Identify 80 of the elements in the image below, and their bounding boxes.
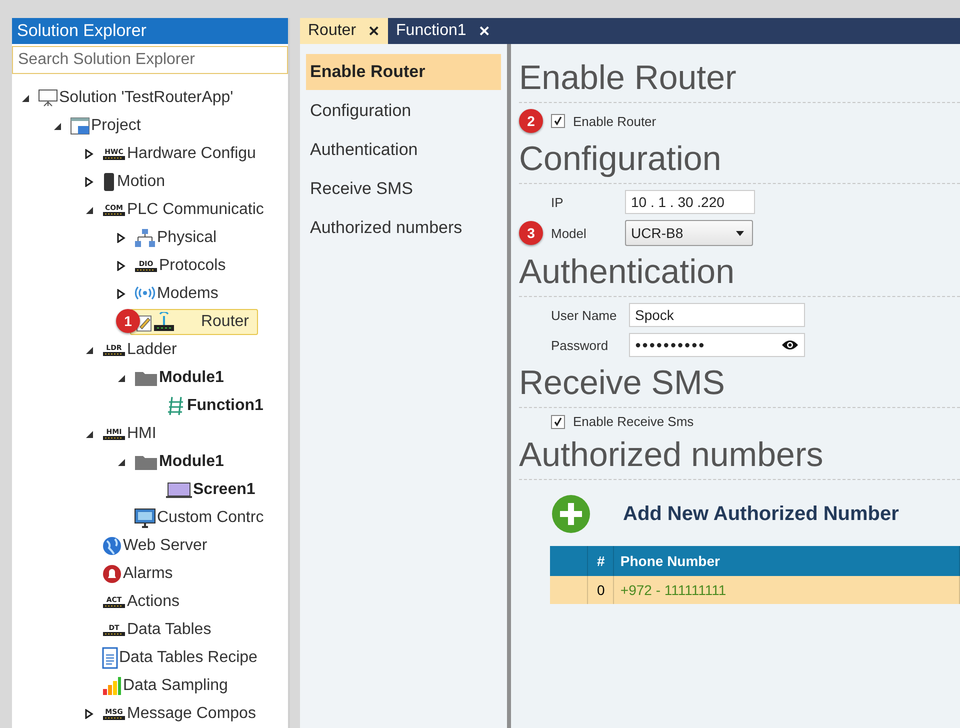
collapsed-arrow-icon[interactable] <box>84 709 94 719</box>
table-cell: 0 <box>588 576 614 604</box>
nav-item[interactable]: Enable Router <box>306 54 501 90</box>
folder-icon <box>134 453 158 471</box>
checkbox[interactable] <box>551 414 565 428</box>
tree-item[interactable]: Web Server <box>98 534 212 558</box>
collapsed-arrow-icon[interactable] <box>116 289 126 299</box>
screen-icon <box>166 481 192 499</box>
number-badge: 2 <box>519 109 543 133</box>
presentation-board-icon <box>38 89 58 107</box>
eye-icon[interactable] <box>781 339 799 351</box>
collapsed-arrow-icon[interactable] <box>116 261 126 271</box>
text-field[interactable]: Spock <box>629 303 805 327</box>
collapsed-arrow-icon[interactable] <box>116 233 126 243</box>
collapsed-arrow-icon[interactable] <box>84 149 94 159</box>
tree-item[interactable]: Module1 <box>130 451 228 473</box>
tree-item[interactable]: Function1 <box>162 394 268 418</box>
router-icon <box>136 312 176 332</box>
panel-title: Solution Explorer <box>12 18 288 44</box>
section-heading: Enable Router <box>519 58 738 98</box>
monitor-icon <box>134 508 156 528</box>
document-tab[interactable]: Router ✕ <box>300 18 388 44</box>
password-field[interactable]: ●●●●●●●●●● <box>629 333 805 357</box>
tree-item[interactable]: Physical <box>130 226 221 250</box>
nav-item[interactable]: Receive SMS <box>306 171 501 207</box>
close-icon[interactable]: ✕ <box>368 23 380 39</box>
add-number-link[interactable]: Add New Authorized Number <box>623 502 899 526</box>
checkbox-label: Enable Receive Sms <box>573 414 694 429</box>
text-field[interactable]: 10 . 1 . 30 .220 <box>625 190 755 214</box>
table-cell: +972 - 111111111 <box>614 576 960 604</box>
tree-item[interactable]: Motion <box>98 170 170 194</box>
checkbox[interactable] <box>551 114 565 128</box>
collapsed-arrow-icon[interactable] <box>84 177 94 187</box>
tree-item[interactable]: Screen1 <box>162 479 260 501</box>
field-label: User Name <box>551 308 618 322</box>
bar-chart-icon <box>102 676 122 696</box>
window-icon <box>70 117 90 135</box>
model-dropdown[interactable]: UCR-B8 <box>625 220 753 246</box>
nav-item[interactable]: Authorized numbers <box>306 210 501 246</box>
section-heading: Authentication <box>519 252 736 292</box>
table-row[interactable]: 0 +972 - 111111111 <box>550 576 960 604</box>
section-heading: Configuration <box>519 139 722 179</box>
ladder-icon <box>166 396 186 416</box>
bell-icon <box>102 564 122 584</box>
section-heading: Receive SMS <box>519 363 726 403</box>
tree-item[interactable]: Data Sampling <box>98 674 232 698</box>
device-icon <box>102 172 116 192</box>
tree-item[interactable]: Custom Contrc <box>130 506 268 530</box>
field-label: IP <box>551 194 564 210</box>
expanded-arrow-icon[interactable] <box>20 93 30 103</box>
caret-icon <box>736 230 744 236</box>
tree-item[interactable]: Module1 <box>130 367 228 389</box>
nav-item[interactable]: Authentication <box>306 132 501 168</box>
field-label: Password <box>551 338 610 352</box>
nav-item[interactable]: Configuration <box>306 93 501 129</box>
tree-item[interactable]: Alarms <box>98 562 177 586</box>
tree-item[interactable]: Solution 'TestRouterApp' <box>34 87 238 109</box>
tree-item[interactable]: Modems <box>130 283 222 305</box>
tree-item[interactable]: Router <box>130 309 258 335</box>
globe-icon <box>102 536 122 556</box>
close-icon[interactable]: ✕ <box>478 23 490 39</box>
section-heading: Authorized numbers <box>519 435 824 475</box>
tree-item[interactable]: Project <box>66 115 145 137</box>
number-badge: 3 <box>519 221 543 245</box>
number-badge: 1 <box>116 309 140 333</box>
expanded-arrow-icon[interactable] <box>84 429 94 439</box>
expanded-arrow-icon[interactable] <box>84 345 94 355</box>
expanded-arrow-icon[interactable] <box>52 121 62 131</box>
add-icon[interactable] <box>551 494 591 534</box>
document-icon <box>102 647 118 669</box>
network-icon <box>134 228 156 248</box>
tree-item[interactable]: Data Tables Recipe <box>98 645 262 671</box>
search-field[interactable]: Search Solution Explorer <box>12 46 288 74</box>
document-tab[interactable]: Function1 ✕ <box>388 18 498 44</box>
expanded-arrow-icon[interactable] <box>116 373 126 383</box>
checkbox-label: Enable Router <box>573 114 656 128</box>
folder-icon <box>134 369 158 387</box>
field-label: Model <box>551 226 588 240</box>
expanded-arrow-icon[interactable] <box>84 205 94 215</box>
expanded-arrow-icon[interactable] <box>116 457 126 467</box>
